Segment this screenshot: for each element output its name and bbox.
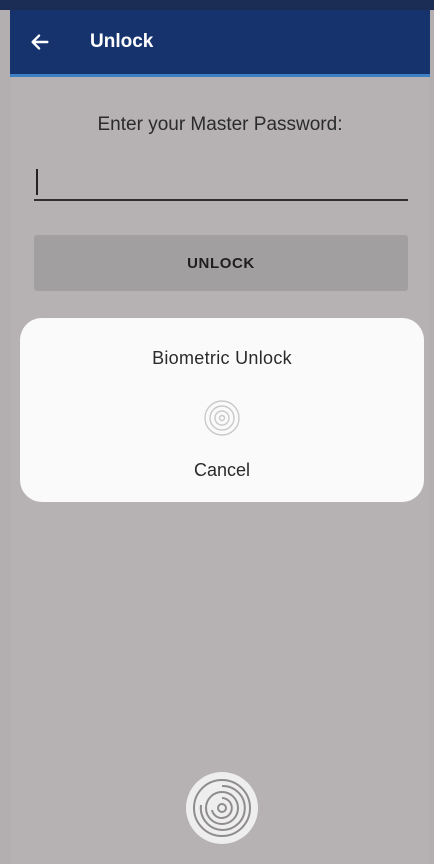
unlock-button[interactable]: UNLOCK (34, 235, 408, 291)
app-bar: Unlock (10, 10, 430, 74)
back-button[interactable] (24, 26, 56, 58)
page-title: Unlock (90, 31, 154, 52)
master-password-field[interactable] (34, 167, 408, 201)
biometric-dialog-title: Biometric Unlock (152, 348, 292, 368)
fingerprint-icon (204, 400, 240, 436)
status-bar (0, 0, 434, 10)
text-cursor (36, 169, 38, 195)
cancel-button[interactable]: Cancel (172, 454, 272, 486)
biometric-dialog: Biometric Unlock Cancel (20, 318, 424, 502)
fingerprint-sensor-icon (193, 779, 251, 837)
fingerprint-sensor[interactable] (186, 772, 258, 844)
arrow-left-icon (31, 34, 49, 50)
master-password-prompt: Enter your Master Password: (97, 114, 343, 135)
screen: Unlock Enter your Master Password: UNLOC… (0, 0, 434, 864)
